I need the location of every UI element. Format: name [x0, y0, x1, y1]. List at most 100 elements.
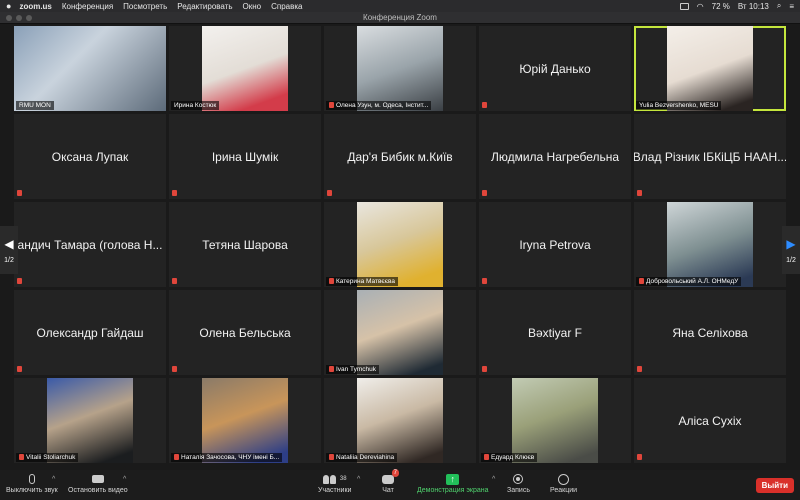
participant-tile[interactable]: Nataliia Dereviahina: [324, 378, 476, 463]
video-options-chevron-icon[interactable]: ^: [123, 476, 126, 483]
menu-conference[interactable]: Конференция: [62, 2, 113, 11]
zoom-window-button[interactable]: [26, 15, 32, 21]
participant-tile[interactable]: Yulia Bezvershenko, MESU: [634, 26, 786, 111]
chevron-right-icon: ▶: [786, 236, 796, 251]
menu-edit[interactable]: Редактировать: [177, 2, 232, 11]
participant-tile[interactable]: RMU MON: [14, 26, 166, 111]
muted-mic-icon: [327, 190, 332, 196]
record-button[interactable]: Запись: [507, 473, 530, 494]
participant-video: [357, 26, 443, 111]
chat-label: Чат: [382, 487, 394, 494]
participant-name-label: Yulia Bezvershenko, MESU: [636, 101, 722, 110]
participant-tile[interactable]: Олена Узун, м. Одеса, Інстит...: [324, 26, 476, 111]
muted-mic-icon: [172, 278, 177, 284]
participant-tile[interactable]: Iryna Petrova: [479, 202, 631, 287]
camera-icon: [91, 475, 104, 483]
menu-window[interactable]: Окно: [243, 2, 262, 11]
app-menu[interactable]: zoom.us: [19, 2, 51, 11]
apple-icon[interactable]: ●: [6, 1, 11, 11]
participant-tile[interactable]: Bəxtiyar F: [479, 290, 631, 375]
participant-name-label: Nataliia Dereviahina: [326, 453, 398, 462]
leave-meeting-button[interactable]: Выйти: [755, 478, 794, 493]
reactions-button[interactable]: Реакции: [550, 473, 577, 494]
video-label: Остановить видео: [68, 487, 128, 494]
participant-tile[interactable]: Олена Бельська: [169, 290, 321, 375]
participant-tile[interactable]: Ірина Шумік: [169, 114, 321, 199]
participant-tile[interactable]: Vitalii Stoliarchuk: [14, 378, 166, 463]
muted-mic-icon: [637, 366, 642, 372]
zoom-status-icon[interactable]: [679, 2, 689, 10]
stop-video-button[interactable]: Остановить видео: [68, 473, 128, 494]
record-label: Запись: [507, 487, 530, 494]
participant-video: [667, 26, 753, 111]
participant-name: Катерина Матвєєва: [336, 278, 396, 285]
participants-button[interactable]: 38 Участники: [318, 473, 351, 494]
participant-tile[interactable]: Влад Різник ІБКіЦБ НААН...: [634, 114, 786, 199]
participant-name: Iryna Petrova: [519, 237, 591, 252]
muted-mic-icon: [19, 454, 24, 461]
chat-badge: 7: [391, 469, 399, 477]
minimize-window-button[interactable]: [16, 15, 22, 21]
menu-view[interactable]: Посмотреть: [123, 2, 167, 11]
participant-tile[interactable]: андич Тамара (голова Н...: [14, 202, 166, 287]
participant-tile[interactable]: Едуард Клюєв: [479, 378, 631, 463]
participant-name-label: Едуард Клюєв: [481, 453, 538, 462]
wifi-icon[interactable]: ◠: [697, 2, 704, 11]
chat-button[interactable]: 7 Чат: [382, 469, 399, 494]
participants-icon: [322, 474, 337, 484]
participant-tile[interactable]: Юрій Данько: [479, 26, 631, 111]
participant-video: [14, 26, 166, 111]
share-label: Демонстрация экрана: [417, 487, 489, 494]
participant-video: [202, 378, 288, 463]
participant-tile[interactable]: Дар'я Бибик м.Київ: [324, 114, 476, 199]
participant-name: RMU MON: [19, 102, 51, 109]
share-options-chevron-icon[interactable]: ^: [492, 476, 495, 483]
mute-button[interactable]: Выключить звук: [6, 473, 58, 494]
reactions-label: Реакции: [550, 487, 578, 494]
participant-video: [202, 26, 288, 111]
participant-name-label: Ivan Tymchuk: [326, 365, 379, 374]
participant-tile[interactable]: Яна Селіхова: [634, 290, 786, 375]
participant-name: Аліса Сухіх: [678, 413, 742, 428]
microphone-icon: [28, 474, 35, 484]
participant-tile[interactable]: Оксана Лупак: [14, 114, 166, 199]
muted-mic-icon: [17, 366, 22, 372]
share-screen-icon: ↑: [446, 473, 460, 485]
participant-name: Наталія Зачосова, ЧНУ імені Б...: [181, 454, 280, 461]
mute-label: Выключить звук: [6, 487, 58, 494]
participant-tile[interactable]: Наталія Зачосова, ЧНУ імені Б...: [169, 378, 321, 463]
participant-tile[interactable]: Ivan Tymchuk: [324, 290, 476, 375]
menu-help[interactable]: Справка: [271, 2, 302, 11]
muted-mic-icon: [639, 278, 644, 285]
participant-tile[interactable]: Аліса Сухіх: [634, 378, 786, 463]
record-icon: [513, 474, 524, 484]
participants-chevron-icon[interactable]: ^: [357, 476, 360, 483]
close-window-button[interactable]: [6, 15, 12, 21]
participant-tile[interactable]: Тетяна Шарова: [169, 202, 321, 287]
participant-name: Людмила Нагребельна: [490, 149, 620, 164]
muted-mic-icon: [329, 278, 334, 285]
participant-tile[interactable]: Добровольський А.Л. ОНМедУ: [634, 202, 786, 287]
participants-count: 38: [339, 476, 347, 482]
muted-mic-icon: [482, 102, 487, 108]
previous-page-button[interactable]: ◀ 1/2: [0, 226, 18, 274]
participant-name: андич Тамара (голова Н...: [17, 237, 163, 252]
audio-options-chevron-icon[interactable]: ^: [52, 476, 55, 483]
participant-name: Олена Бельська: [199, 325, 291, 340]
participant-tile[interactable]: Людмила Нагребельна: [479, 114, 631, 199]
next-page-button[interactable]: ▶ 1/2: [782, 226, 800, 274]
share-screen-button[interactable]: ↑ Демонстрация экрана: [417, 473, 489, 494]
participant-tile[interactable]: Олександр Гайдаш: [14, 290, 166, 375]
window-controls: [6, 15, 32, 21]
participant-name: Едуард Клюєв: [491, 454, 535, 461]
window-title-bar: Конференция Zoom: [0, 12, 800, 24]
chevron-left-icon: ◀: [4, 236, 14, 251]
participant-tile[interactable]: Катерина Матвєєва: [324, 202, 476, 287]
participant-name: Яна Селіхова: [672, 325, 748, 340]
participant-tile[interactable]: Ирина Костюк: [169, 26, 321, 111]
search-icon[interactable]: ⌕: [777, 1, 781, 11]
meeting-toolbar: Выключить звук ^ Остановить видео ^ 38 У…: [0, 469, 800, 500]
muted-mic-icon: [482, 366, 487, 372]
muted-mic-icon: [637, 190, 642, 196]
menu-list-icon[interactable]: ≡: [789, 2, 794, 11]
